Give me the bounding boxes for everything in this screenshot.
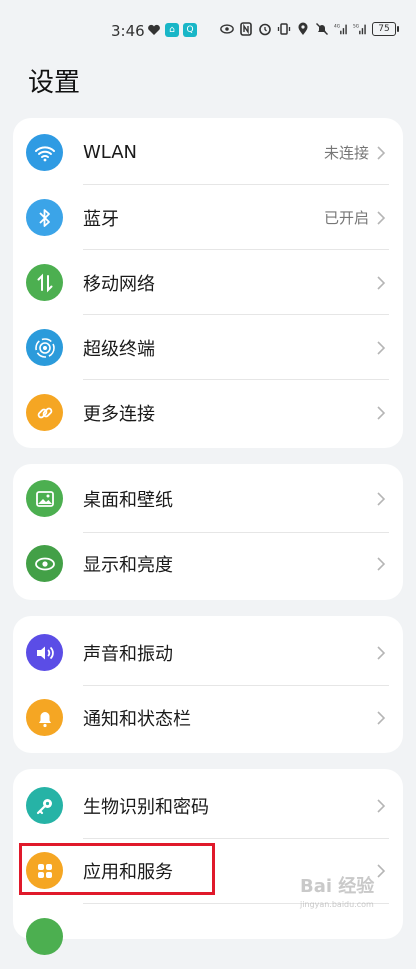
settings-row-notifications[interactable]: 通知和状态栏 bbox=[13, 685, 403, 750]
eye-status-icon bbox=[220, 21, 234, 37]
chevron-right-icon bbox=[377, 405, 386, 420]
settings-row-wlan[interactable]: WLAN 未连接 bbox=[13, 120, 403, 185]
status-bar: 3:46 ⌂ Q 4G 5G 75 bbox=[0, 0, 416, 58]
watermark-sub: jingyan.baidu.com bbox=[300, 900, 374, 909]
watermark: Bai 经验 jingyan.baidu.com bbox=[300, 872, 410, 922]
mobile-data-icon bbox=[26, 264, 63, 301]
settings-row-biometrics[interactable]: 生物识别和密码 bbox=[13, 773, 403, 838]
wallpaper-icon bbox=[26, 480, 63, 517]
row-label: 声音和振动 bbox=[83, 643, 173, 665]
chevron-right-icon bbox=[377, 710, 386, 725]
chevron-right-icon bbox=[377, 556, 386, 571]
settings-row-more-connections[interactable]: 更多连接 bbox=[13, 380, 403, 445]
row-label: 移动网络 bbox=[83, 273, 155, 295]
signal-2-icon: 5G bbox=[353, 21, 367, 37]
chevron-right-icon bbox=[377, 210, 386, 225]
settings-row-wallpaper[interactable]: 桌面和壁纸 bbox=[13, 466, 403, 531]
chevron-right-icon bbox=[377, 145, 386, 160]
status-time: 3:46 bbox=[111, 22, 145, 40]
chevron-right-icon bbox=[377, 340, 386, 355]
wifi-icon bbox=[26, 134, 63, 171]
home-app-icon: ⌂ bbox=[165, 23, 179, 37]
mute-icon bbox=[315, 21, 329, 37]
row-label: 桌面和壁纸 bbox=[83, 489, 173, 511]
battery-indicator: 75 bbox=[372, 22, 399, 36]
row-value: 未连接 bbox=[323, 144, 369, 162]
row-label: 通知和状态栏 bbox=[83, 708, 191, 730]
bell-icon bbox=[26, 699, 63, 736]
svg-text:4G: 4G bbox=[334, 23, 341, 29]
search-app-icon: Q bbox=[183, 23, 197, 37]
row-label: 显示和亮度 bbox=[83, 554, 173, 576]
link-icon bbox=[26, 394, 63, 431]
status-right-icons: 4G 5G 75 bbox=[220, 21, 399, 37]
svg-text:5G: 5G bbox=[353, 23, 360, 29]
volume-icon bbox=[26, 634, 63, 671]
signal-1-icon: 4G bbox=[334, 21, 348, 37]
page-title: 设置 bbox=[28, 68, 81, 98]
row-value: 已开启 bbox=[323, 209, 369, 227]
vibrate-icon bbox=[277, 21, 291, 37]
nfc-icon bbox=[239, 21, 253, 37]
card-display: 桌面和壁纸 显示和亮度 bbox=[13, 464, 403, 600]
settings-row-bluetooth[interactable]: 蓝牙 已开启 bbox=[13, 185, 403, 250]
row-label: 超级终端 bbox=[83, 338, 155, 360]
settings-row-mobile-network[interactable]: 移动网络 bbox=[13, 250, 403, 315]
location-icon bbox=[296, 21, 310, 37]
settings-row-display[interactable]: 显示和亮度 bbox=[13, 531, 403, 596]
chevron-right-icon bbox=[377, 275, 386, 290]
status-left-icons: ⌂ Q bbox=[147, 22, 197, 38]
key-icon bbox=[26, 787, 63, 824]
row-label: 生物识别和密码 bbox=[83, 796, 209, 818]
heart-icon bbox=[147, 22, 161, 38]
settings-row-sound[interactable]: 声音和振动 bbox=[13, 620, 403, 685]
super-device-icon bbox=[26, 329, 63, 366]
highlight-box bbox=[19, 843, 215, 895]
chevron-right-icon bbox=[377, 491, 386, 506]
row-label: 蓝牙 bbox=[83, 208, 119, 230]
row-label: 更多连接 bbox=[83, 403, 155, 425]
card-connectivity: WLAN 未连接 蓝牙 已开启 移动网络 超级终端 更多连接 bbox=[13, 118, 403, 448]
row-label: WLAN bbox=[83, 142, 138, 163]
eye-icon bbox=[26, 545, 63, 582]
chevron-right-icon bbox=[377, 645, 386, 660]
watermark-text: Bai 经验 bbox=[300, 876, 375, 897]
bluetooth-icon bbox=[26, 199, 63, 236]
settings-row-super-device[interactable]: 超级终端 bbox=[13, 315, 403, 380]
chevron-right-icon bbox=[377, 798, 386, 813]
partial-green-icon bbox=[26, 918, 63, 955]
alarm-icon bbox=[258, 21, 272, 37]
card-sound: 声音和振动 通知和状态栏 bbox=[13, 616, 403, 753]
